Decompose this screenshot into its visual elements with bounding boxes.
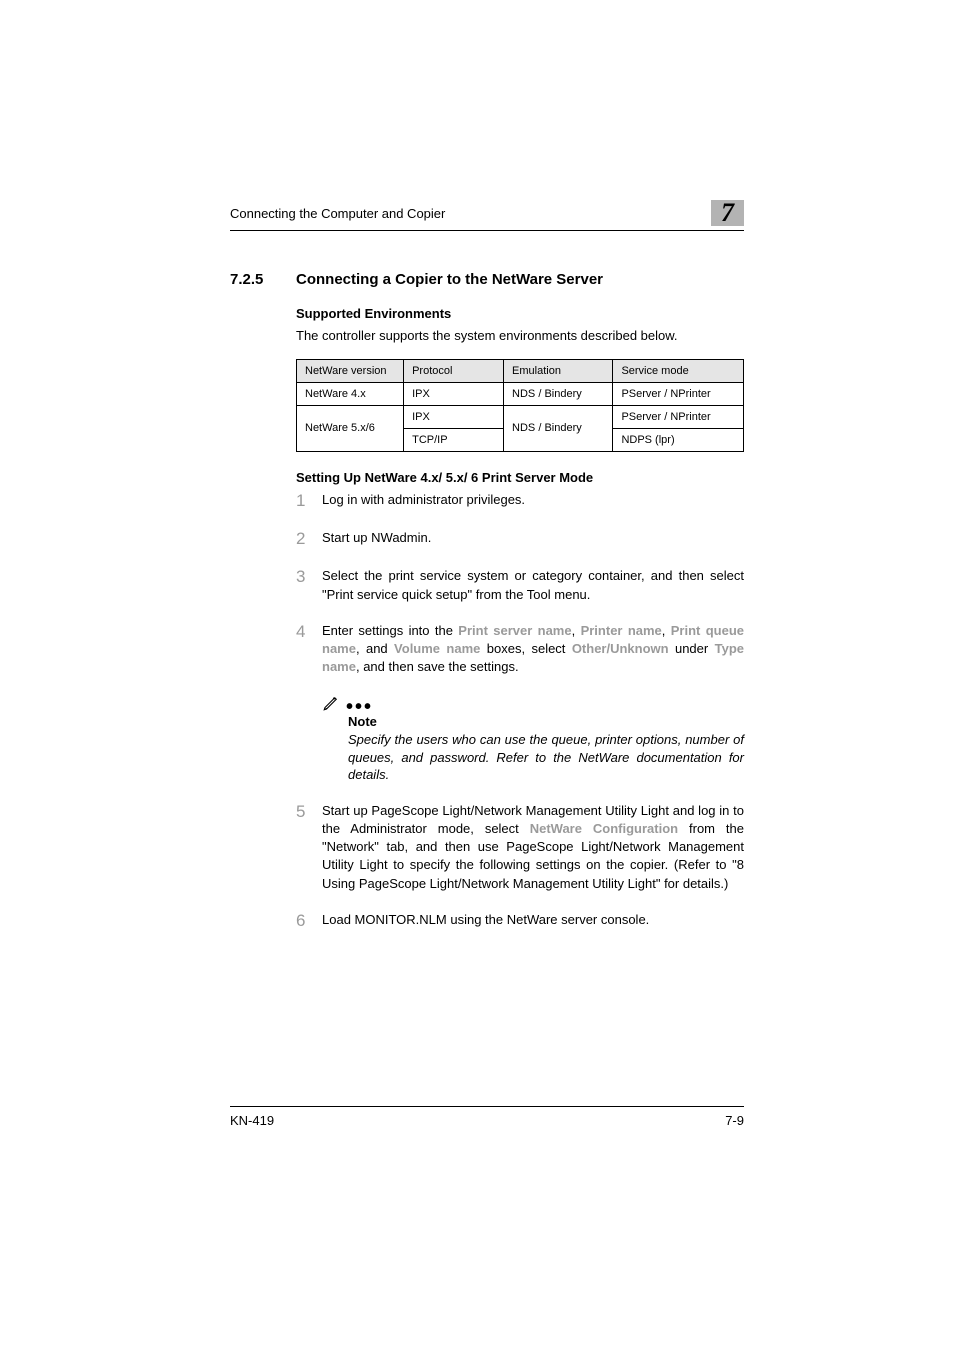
cell-version: NetWare 4.x xyxy=(297,382,404,405)
section-title-row: 7.2.5 Connecting a Copier to the NetWare… xyxy=(230,271,744,288)
ui-label: Printer name xyxy=(581,623,662,638)
step-text: Load MONITOR.NLM using the NetWare serve… xyxy=(322,911,649,931)
supported-env-heading: Supported Environments xyxy=(296,306,744,321)
th-emulation: Emulation xyxy=(504,359,613,382)
cell-service: PServer / NPrinter xyxy=(613,405,744,428)
note-text: Specify the users who can use the queue,… xyxy=(348,731,744,784)
txt: , and xyxy=(356,641,394,656)
step-number: 6 xyxy=(296,911,322,931)
cell-protocol: TCP/IP xyxy=(404,428,504,451)
step-number: 2 xyxy=(296,529,322,549)
running-head: Connecting the Computer and Copier xyxy=(230,206,445,221)
txt: Enter settings into the xyxy=(322,623,458,638)
env-table: NetWare version Protocol Emulation Servi… xyxy=(296,359,744,452)
pencil-icon xyxy=(322,694,340,712)
ui-label: Other/Unknown xyxy=(572,641,669,656)
step-number: 1 xyxy=(296,491,322,511)
chapter-number: 7 xyxy=(721,200,734,226)
list-item: 1 Log in with administrator privileges. xyxy=(296,491,744,511)
page-header: Connecting the Computer and Copier 7 xyxy=(230,200,744,231)
th-service: Service mode xyxy=(613,359,744,382)
note-block: ••• Note Specify the users who can use t… xyxy=(322,694,744,784)
cell-emulation: NDS / Bindery xyxy=(504,405,613,451)
ui-label: Print server name xyxy=(458,623,571,638)
ui-label: NetWare Configuration xyxy=(530,821,678,836)
section-title: Connecting a Copier to the NetWare Serve… xyxy=(296,271,603,288)
table-row: NetWare 4.x IPX NDS / Bindery PServer / … xyxy=(297,382,744,405)
ui-label: Volume name xyxy=(394,641,480,656)
step-text: Enter settings into the Print server nam… xyxy=(322,622,744,677)
step-number: 4 xyxy=(296,622,322,677)
cell-protocol: IPX xyxy=(404,405,504,428)
cell-emulation: NDS / Bindery xyxy=(504,382,613,405)
cell-service: NDPS (lpr) xyxy=(613,428,744,451)
section-number: 7.2.5 xyxy=(230,271,276,288)
list-item: 2 Start up NWadmin. xyxy=(296,529,744,549)
note-label: Note xyxy=(348,714,744,729)
table-row: NetWare 5.x/6 IPX NDS / Bindery PServer … xyxy=(297,405,744,428)
txt: under xyxy=(669,641,715,656)
txt: , xyxy=(662,623,671,638)
txt: boxes, select xyxy=(480,641,571,656)
supported-env-intro: The controller supports the system envir… xyxy=(296,327,744,345)
step-text: Log in with administrator privileges. xyxy=(322,491,525,511)
cell-version: NetWare 5.x/6 xyxy=(297,405,404,451)
step-number: 5 xyxy=(296,802,322,893)
list-item: 4 Enter settings into the Print server n… xyxy=(296,622,744,677)
txt: , and then save the settings. xyxy=(356,659,519,674)
th-protocol: Protocol xyxy=(404,359,504,382)
setup-heading: Setting Up NetWare 4.x/ 5.x/ 6 Print Ser… xyxy=(296,470,744,485)
note-icon-row: ••• xyxy=(322,694,744,712)
step-text: Select the print service system or categ… xyxy=(322,567,744,603)
step-text: Start up PageScope Light/Network Managem… xyxy=(322,802,744,893)
step-number: 3 xyxy=(296,567,322,603)
table-header-row: NetWare version Protocol Emulation Servi… xyxy=(297,359,744,382)
steps-list-cont: 5 Start up PageScope Light/Network Manag… xyxy=(296,802,744,931)
chapter-badge: 7 xyxy=(711,200,744,226)
steps-list: 1 Log in with administrator privileges. … xyxy=(296,491,744,677)
cell-protocol: IPX xyxy=(404,382,504,405)
page-footer: KN-419 7-9 xyxy=(230,1106,744,1128)
section: 7.2.5 Connecting a Copier to the NetWare… xyxy=(230,271,744,931)
cell-service: PServer / NPrinter xyxy=(613,382,744,405)
list-item: 6 Load MONITOR.NLM using the NetWare ser… xyxy=(296,911,744,931)
th-version: NetWare version xyxy=(297,359,404,382)
list-item: 5 Start up PageScope Light/Network Manag… xyxy=(296,802,744,893)
txt: , xyxy=(572,623,581,638)
list-item: 3 Select the print service system or cat… xyxy=(296,567,744,603)
step-text: Start up NWadmin. xyxy=(322,529,431,549)
footer-doc-id: KN-419 xyxy=(230,1113,274,1128)
note-dots-icon: ••• xyxy=(346,702,373,712)
footer-page-number: 7-9 xyxy=(725,1113,744,1128)
